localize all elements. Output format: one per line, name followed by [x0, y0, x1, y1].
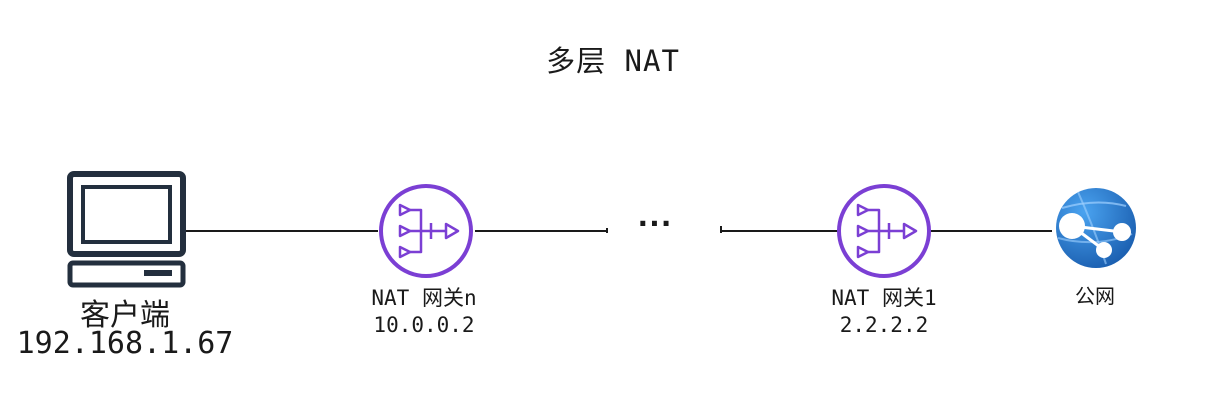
gateway-1-ip: 2.2.2.2 [839, 313, 929, 337]
nat-gateway-icon [837, 184, 931, 278]
ellipsis: ... [637, 200, 673, 233]
computer-icon [67, 171, 186, 288]
nat-gateway-icon [379, 184, 473, 278]
client-ip: 192.168.1.67 [16, 326, 234, 361]
internet-label: 公网 [1075, 284, 1115, 308]
gateway-1-label: NAT 网关1 [831, 286, 937, 310]
gateway-n-ip: 10.0.0.2 [373, 313, 475, 337]
globe-icon [1056, 188, 1136, 268]
gateway-n-label: NAT 网关n [371, 286, 477, 310]
